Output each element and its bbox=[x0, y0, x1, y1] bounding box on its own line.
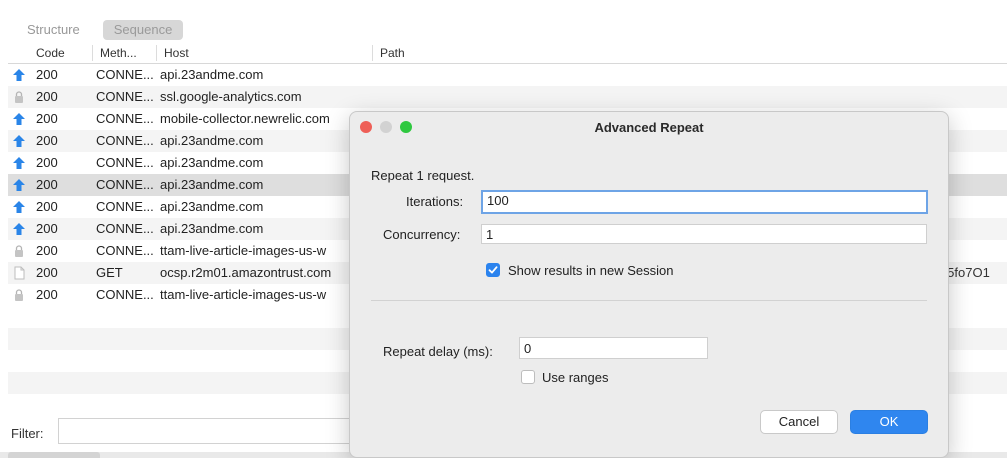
upload-arrow-icon bbox=[13, 201, 25, 213]
request-host: ttam-live-article-images-us-w bbox=[160, 243, 327, 258]
lock-icon bbox=[15, 289, 23, 301]
column-header-host[interactable]: Host bbox=[164, 46, 189, 60]
status-code: 200 bbox=[36, 111, 58, 126]
lock-icon bbox=[15, 245, 23, 257]
column-header-method[interactable]: Meth... bbox=[100, 46, 137, 60]
request-method: CONNE... bbox=[96, 111, 154, 126]
table-header: Code Meth... Host Path bbox=[8, 43, 1007, 64]
request-method: CONNE... bbox=[96, 89, 154, 104]
request-method: CONNE... bbox=[96, 155, 154, 170]
checkmark-icon bbox=[488, 266, 498, 274]
filter-input[interactable] bbox=[58, 418, 360, 444]
tab-sequence[interactable]: Sequence bbox=[102, 20, 184, 40]
show-results-checkbox[interactable] bbox=[486, 263, 500, 277]
advanced-repeat-dialog: Advanced Repeat Repeat 1 request. Iterat… bbox=[349, 111, 949, 458]
lock-icon bbox=[15, 91, 23, 103]
filter-label: Filter: bbox=[11, 426, 44, 441]
status-code: 200 bbox=[36, 67, 58, 82]
repeat-delay-input[interactable]: 0 bbox=[519, 337, 708, 359]
cancel-button[interactable]: Cancel bbox=[760, 410, 838, 434]
document-icon bbox=[14, 266, 25, 280]
status-code: 200 bbox=[36, 133, 58, 148]
upload-arrow-icon bbox=[13, 157, 25, 169]
column-divider bbox=[372, 45, 373, 61]
request-host: api.23andme.com bbox=[160, 177, 264, 192]
status-code: 200 bbox=[36, 287, 58, 302]
request-method: CONNE... bbox=[96, 67, 154, 82]
concurrency-input[interactable]: 1 bbox=[481, 224, 927, 244]
status-code: 200 bbox=[36, 265, 58, 280]
concurrency-label: Concurrency: bbox=[383, 227, 461, 242]
request-host: mobile-collector.newrelic.com bbox=[160, 111, 330, 126]
request-method: CONNE... bbox=[96, 243, 154, 258]
column-divider bbox=[156, 45, 157, 61]
show-results-label[interactable]: Show results in new Session bbox=[508, 263, 673, 278]
use-ranges-checkbox[interactable] bbox=[521, 370, 535, 384]
request-method: CONNE... bbox=[96, 287, 154, 302]
iterations-input[interactable]: 100 bbox=[481, 190, 928, 214]
request-host: api.23andme.com bbox=[160, 199, 264, 214]
request-host: ttam-live-article-images-us-w bbox=[160, 287, 327, 302]
dialog-subtitle: Repeat 1 request. bbox=[371, 168, 475, 183]
table-row[interactable]: 200 CONNE... ssl.google-analytics.com bbox=[8, 86, 1007, 108]
dialog-divider bbox=[371, 300, 927, 301]
status-code: 200 bbox=[36, 177, 58, 192]
request-method: CONNE... bbox=[96, 221, 154, 236]
column-header-path[interactable]: Path bbox=[380, 46, 405, 60]
view-switcher: Structure Sequence bbox=[16, 20, 184, 40]
upload-arrow-icon bbox=[13, 179, 25, 191]
iterations-label: Iterations: bbox=[406, 194, 464, 209]
use-ranges-label[interactable]: Use ranges bbox=[542, 370, 608, 385]
status-code: 200 bbox=[36, 243, 58, 258]
dialog-titlebar: Advanced Repeat bbox=[350, 112, 948, 142]
status-code: 200 bbox=[36, 199, 58, 214]
request-host: ocsp.r2m01.amazontrust.com bbox=[160, 265, 332, 280]
request-host: api.23andme.com bbox=[160, 221, 264, 236]
dialog-title: Advanced Repeat bbox=[594, 120, 704, 135]
request-method: CONNE... bbox=[96, 199, 154, 214]
request-method: CONNE... bbox=[96, 133, 154, 148]
upload-arrow-icon bbox=[13, 135, 25, 147]
tab-structure[interactable]: Structure bbox=[16, 20, 91, 40]
status-code: 200 bbox=[36, 89, 58, 104]
ok-button[interactable]: OK bbox=[850, 410, 928, 434]
status-code: 200 bbox=[36, 221, 58, 236]
table-row[interactable]: 200 CONNE... api.23andme.com bbox=[8, 64, 1007, 86]
request-host: api.23andme.com bbox=[160, 155, 264, 170]
status-code: 200 bbox=[36, 155, 58, 170]
upload-arrow-icon bbox=[13, 69, 25, 81]
bottom-tab[interactable] bbox=[8, 452, 100, 458]
request-host: api.23andme.com bbox=[160, 133, 264, 148]
request-method: GET bbox=[96, 265, 123, 280]
repeat-delay-label: Repeat delay (ms): bbox=[383, 344, 493, 359]
upload-arrow-icon bbox=[13, 223, 25, 235]
request-host: api.23andme.com bbox=[160, 67, 264, 82]
request-host: ssl.google-analytics.com bbox=[160, 89, 302, 104]
column-divider bbox=[92, 45, 93, 61]
column-header-code[interactable]: Code bbox=[36, 46, 65, 60]
request-method: CONNE... bbox=[96, 177, 154, 192]
upload-arrow-icon bbox=[13, 113, 25, 125]
